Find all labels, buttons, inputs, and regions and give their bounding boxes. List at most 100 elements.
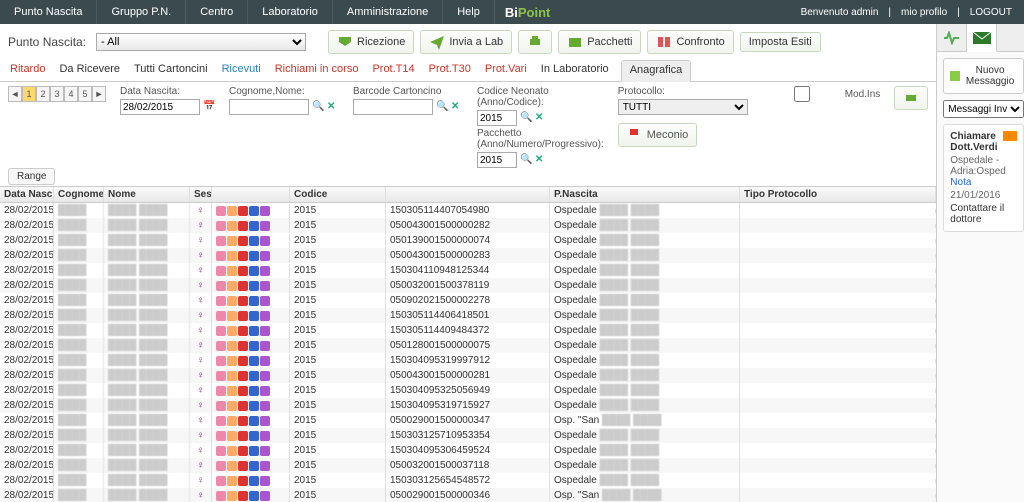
row-icon[interactable] xyxy=(216,491,226,501)
row-icon[interactable] xyxy=(260,296,270,306)
table-row[interactable]: 28/02/2015████████ ████♀2015050043001500… xyxy=(0,368,936,383)
row-icon[interactable] xyxy=(216,401,226,411)
row-icon[interactable] xyxy=(227,491,237,501)
row-icon[interactable] xyxy=(227,461,237,471)
print-filter-button[interactable] xyxy=(894,86,928,110)
table-row[interactable]: 28/02/2015████████ ████♀2015050043001500… xyxy=(0,218,936,233)
table-row[interactable]: 28/02/2015████████ ████♀2015050029001500… xyxy=(0,413,936,428)
col-sesso[interactable]: Sesso xyxy=(190,187,212,202)
nav-laboratorio[interactable]: Laboratorio xyxy=(248,0,333,24)
data-nascita-input[interactable] xyxy=(120,99,200,115)
row-icon[interactable] xyxy=(249,236,259,246)
row-icon[interactable] xyxy=(216,461,226,471)
row-icon[interactable] xyxy=(249,491,259,501)
codice-neo-anno-input[interactable] xyxy=(477,110,517,126)
barcode-input[interactable] xyxy=(353,99,433,115)
row-icon[interactable] xyxy=(260,266,270,276)
tab-anagrafica[interactable]: Anagrafica xyxy=(621,60,692,82)
row-icon[interactable] xyxy=(227,476,237,486)
row-icon[interactable] xyxy=(216,416,226,426)
row-icon[interactable] xyxy=(249,446,259,456)
imposta-esiti-button[interactable]: Imposta Esiti xyxy=(740,32,821,52)
message-card[interactable]: Chiamare Dott.Verdi Ospedale - Adria:Osp… xyxy=(943,124,1023,232)
row-icon[interactable] xyxy=(260,371,270,381)
row-icon[interactable] xyxy=(260,386,270,396)
cognome-input[interactable] xyxy=(229,99,309,115)
tab-prot-vari[interactable]: Prot.Vari xyxy=(483,60,529,81)
nota-link[interactable]: Nota xyxy=(950,177,971,188)
tab-ritardo[interactable]: Ritardo xyxy=(8,60,47,81)
row-icon[interactable] xyxy=(216,311,226,321)
search-icon[interactable]: 🔍 xyxy=(436,101,448,113)
table-row[interactable]: 28/02/2015████████ ████♀2015050902021500… xyxy=(0,293,936,308)
side-tab-messages[interactable] xyxy=(967,24,997,52)
row-icon[interactable] xyxy=(216,431,226,441)
pager-4[interactable]: 4 xyxy=(64,86,78,102)
search-icon[interactable]: 🔍 xyxy=(520,154,532,166)
row-icon[interactable] xyxy=(238,326,248,336)
search-icon[interactable]: 🔍 xyxy=(312,101,324,113)
row-icon[interactable] xyxy=(216,281,226,291)
row-icon[interactable] xyxy=(260,326,270,336)
side-tab-activity[interactable] xyxy=(937,24,967,51)
tab-prot-t14[interactable]: Prot.T14 xyxy=(370,60,416,81)
table-row[interactable]: 28/02/2015████████ ████♀2015150304095319… xyxy=(0,398,936,413)
range-button[interactable]: Range xyxy=(8,168,55,185)
tab-prot-t30[interactable]: Prot.T30 xyxy=(427,60,473,81)
clear-icon[interactable]: ✕ xyxy=(535,112,547,124)
row-icon[interactable] xyxy=(249,371,259,381)
row-icon[interactable] xyxy=(238,311,248,321)
pager-next[interactable]: ► xyxy=(92,86,106,102)
pager-3[interactable]: 3 xyxy=(50,86,64,102)
nav-gruppo[interactable]: Gruppo P.N. xyxy=(97,0,186,24)
table-row[interactable]: 28/02/2015████████ ████♀2015050032001500… xyxy=(0,458,936,473)
row-icon[interactable] xyxy=(260,356,270,366)
row-icon[interactable] xyxy=(260,491,270,501)
row-icon[interactable] xyxy=(238,461,248,471)
table-row[interactable]: 28/02/2015████████ ████♀2015150304095319… xyxy=(0,353,936,368)
row-icon[interactable] xyxy=(216,386,226,396)
clear-icon[interactable]: ✕ xyxy=(327,101,339,113)
row-icon[interactable] xyxy=(238,221,248,231)
table-row[interactable]: 28/02/2015████████ ████♀2015150303125710… xyxy=(0,428,936,443)
row-icon[interactable] xyxy=(260,416,270,426)
row-icon[interactable] xyxy=(249,476,259,486)
messages-filter-select[interactable]: Messaggi Inviati xyxy=(943,100,1023,118)
row-icon[interactable] xyxy=(216,476,226,486)
row-icon[interactable] xyxy=(227,371,237,381)
row-icon[interactable] xyxy=(227,356,237,366)
pager-prev[interactable]: ◄ xyxy=(8,86,22,102)
row-icon[interactable] xyxy=(227,266,237,276)
row-icon[interactable] xyxy=(227,236,237,246)
row-icon[interactable] xyxy=(249,386,259,396)
table-row[interactable]: 28/02/2015████████ ████♀2015150304110948… xyxy=(0,263,936,278)
row-icon[interactable] xyxy=(216,296,226,306)
table-row[interactable]: 28/02/2015████████ ████♀2015150304095306… xyxy=(0,443,936,458)
row-icon[interactable] xyxy=(249,251,259,261)
nav-punto-nascita[interactable]: Punto Nascita xyxy=(0,0,97,24)
row-icon[interactable] xyxy=(238,401,248,411)
meconio-button[interactable]: Meconio xyxy=(618,123,698,147)
row-icon[interactable] xyxy=(238,386,248,396)
row-icon[interactable] xyxy=(238,371,248,381)
row-icon[interactable] xyxy=(238,491,248,501)
pager-1[interactable]: 1 xyxy=(22,86,36,102)
row-icon[interactable] xyxy=(260,341,270,351)
row-icon[interactable] xyxy=(227,431,237,441)
table-row[interactable]: 28/02/2015████████ ████♀2015150305114407… xyxy=(0,203,936,218)
row-icon[interactable] xyxy=(249,221,259,231)
row-icon[interactable] xyxy=(238,206,248,216)
clear-icon[interactable]: ✕ xyxy=(535,154,547,166)
calendar-icon[interactable]: 📅 xyxy=(203,101,215,113)
row-icon[interactable] xyxy=(238,251,248,261)
confronto-button[interactable]: Confronto xyxy=(647,30,733,54)
row-icon[interactable] xyxy=(216,341,226,351)
col-codice[interactable]: Codice xyxy=(290,187,386,202)
row-icon[interactable] xyxy=(260,206,270,216)
row-icon[interactable] xyxy=(216,251,226,261)
row-icon[interactable] xyxy=(238,446,248,456)
table-row[interactable]: 28/02/2015████████ ████♀2015050128001500… xyxy=(0,338,936,353)
tab-richiami[interactable]: Richiami in corso xyxy=(273,60,361,81)
row-icon[interactable] xyxy=(260,461,270,471)
row-icon[interactable] xyxy=(216,356,226,366)
